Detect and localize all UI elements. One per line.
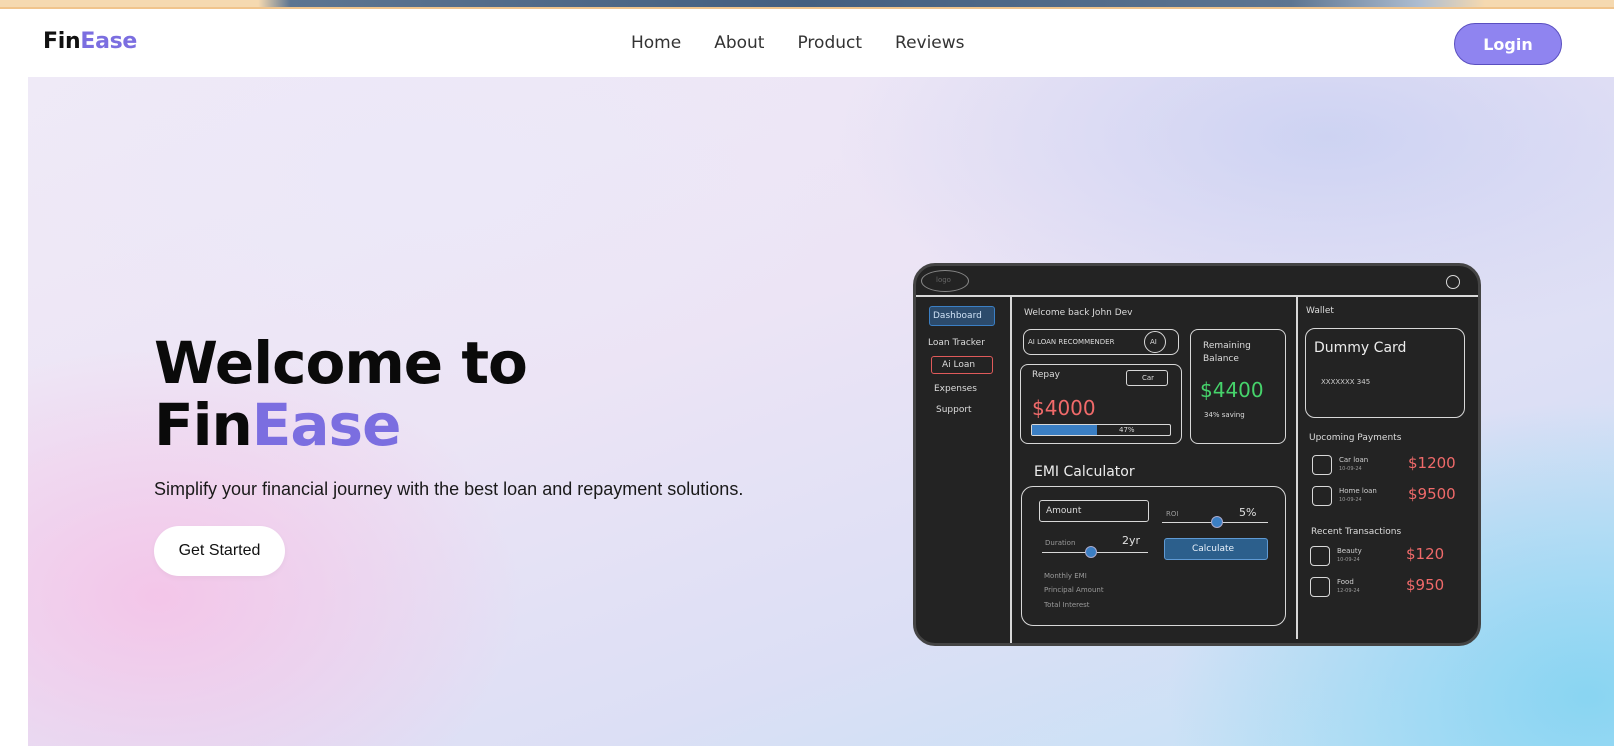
mockup-emi-roi-knob [1211, 516, 1223, 528]
brand-name-ease: Ease [80, 29, 138, 54]
mockup-recent-2-date: 12-09-24 [1337, 588, 1360, 594]
mockup-sidebar-support: Support [936, 405, 972, 415]
mockup-upcoming-1-name: Car loan [1339, 456, 1369, 464]
mockup-sidebar-expenses: Expenses [934, 384, 977, 394]
landing-page: FinEase Home About Product Reviews Login… [28, 9, 1614, 746]
hero-title-line1: Welcome to [154, 329, 528, 397]
hero-subtitle: Simplify your financial journey with the… [154, 479, 744, 499]
mockup-recent-2-amount: $950 [1406, 576, 1445, 594]
mockup-recent-1-date: 10-09-24 [1337, 557, 1360, 563]
mockup-upcoming-1-date: 10-09-24 [1339, 466, 1362, 472]
mockup-logo-text: logo [936, 276, 951, 284]
nav-reviews[interactable]: Reviews [895, 33, 965, 53]
mockup-emi-calculate-label: Calculate [1192, 544, 1235, 554]
mockup-emi-roi-value: 5% [1239, 506, 1257, 519]
nav-home[interactable]: Home [631, 33, 681, 53]
mockup-balance-saving: 34% saving [1204, 411, 1245, 419]
mockup-upcoming-2-checkbox [1312, 486, 1332, 506]
hero-section: Welcome to FinEase Simplify your financi… [28, 77, 1614, 746]
mockup-emi-roi-label: ROI [1166, 510, 1179, 518]
mockup-wallet-card-number: XXXXXXX 345 [1321, 378, 1371, 386]
mockup-emi-duration-label: Duration [1045, 539, 1076, 547]
mockup-welcome: Welcome back John Dev [1024, 308, 1133, 318]
mockup-emi-result-2: Principal Amount [1044, 586, 1104, 594]
nav-about[interactable]: About [714, 33, 764, 53]
mockup-upcoming-1-amount: $1200 [1408, 454, 1456, 472]
mockup-right-divider [1296, 296, 1298, 639]
mockup-recent-title: Recent Transactions [1311, 527, 1402, 537]
left-margin [0, 9, 28, 746]
top-decorative-band [0, 0, 1614, 9]
brand-logo[interactable]: FinEase [43, 29, 137, 54]
mockup-emi-result-1: Monthly EMI [1044, 572, 1087, 580]
mockup-recent-1-checkbox [1310, 546, 1330, 566]
mockup-recent-1-name: Beauty [1337, 547, 1362, 555]
mockup-emi-result-3: Total Interest [1044, 601, 1090, 609]
mockup-recent-2-checkbox [1310, 577, 1330, 597]
login-button[interactable]: Login [1454, 23, 1562, 65]
mockup-sidebar-ai-loan: Ai Loan [942, 360, 976, 370]
dashboard-mockup-image: logo Dashboard Loan Tracker Ai Loan Expe… [913, 263, 1481, 646]
mockup-repay-amount: $4000 [1032, 396, 1096, 420]
mockup-repay-label: Repay [1032, 370, 1060, 380]
mockup-topbar-divider [916, 295, 1478, 297]
hero-title-fin: Fin [154, 391, 253, 459]
mockup-balance-amount: $4400 [1200, 378, 1264, 402]
mockup-upcoming-2-amount: $9500 [1408, 485, 1456, 503]
brand-name-fin: Fin [43, 29, 81, 54]
get-started-button[interactable]: Get Started [154, 526, 285, 576]
mockup-repay-progress-fill [1032, 425, 1097, 435]
nav-product[interactable]: Product [797, 33, 862, 53]
mockup-recent-2-name: Food [1337, 578, 1354, 586]
mockup-emi-duration-knob [1085, 546, 1097, 558]
mockup-ai-recommender: AI LOAN RECOMMENDER [1028, 338, 1115, 346]
mockup-emi-title: EMI Calculator [1034, 464, 1135, 480]
mockup-sidebar-divider [1010, 296, 1012, 643]
mockup-sidebar-loan-tracker: Loan Tracker [928, 338, 985, 348]
mockup-sidebar-dashboard: Dashboard [933, 311, 982, 321]
mockup-upcoming-2-date: 10-09-24 [1339, 497, 1362, 503]
mockup-wallet-label: Wallet [1306, 306, 1334, 316]
hero-title-ease: Ease [251, 391, 402, 459]
mockup-emi-duration-value: 2yr [1122, 534, 1141, 547]
mockup-upcoming-1-checkbox [1312, 455, 1332, 475]
nav-links: Home About Product Reviews [631, 33, 965, 53]
mockup-avatar-icon [1446, 275, 1460, 289]
mockup-wallet-card-title: Dummy Card [1314, 340, 1407, 356]
mockup-recent-1-amount: $120 [1406, 545, 1445, 563]
mockup-repay-progress-label: 47% [1119, 426, 1135, 434]
mockup-repay-tag: Car [1142, 374, 1155, 382]
mockup-upcoming-2-name: Home loan [1339, 487, 1377, 495]
mockup-ai-badge: AI [1150, 338, 1157, 346]
mockup-upcoming-title: Upcoming Payments [1309, 433, 1402, 443]
mockup-balance-label-1: Remaining [1203, 341, 1251, 351]
mockup-emi-amount: Amount [1046, 506, 1082, 516]
hero-title: Welcome to FinEase [154, 329, 528, 459]
navbar: FinEase Home About Product Reviews Login [28, 9, 1614, 77]
mockup-balance-label-2: Balance [1203, 354, 1239, 364]
